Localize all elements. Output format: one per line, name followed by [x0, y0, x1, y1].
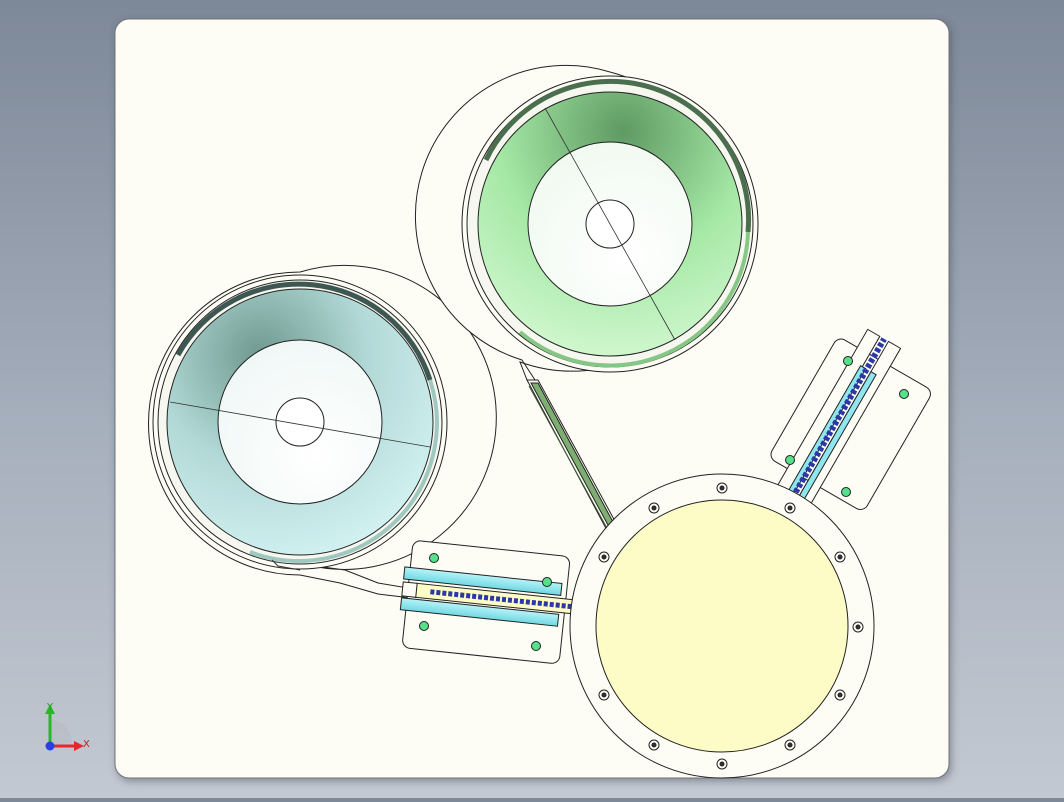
x-axis-label: X: [83, 739, 90, 750]
z-axis-dot: [45, 741, 55, 751]
orientation-triad: Y X: [45, 702, 90, 751]
cad-model-view: Y X: [45, 18, 950, 779]
y-axis-label: Y: [46, 702, 54, 713]
rotary-index-disk[interactable]: [569, 473, 875, 779]
cad-viewport[interactable]: Y X: [0, 0, 1064, 798]
triad-plane-icon: [50, 720, 72, 746]
